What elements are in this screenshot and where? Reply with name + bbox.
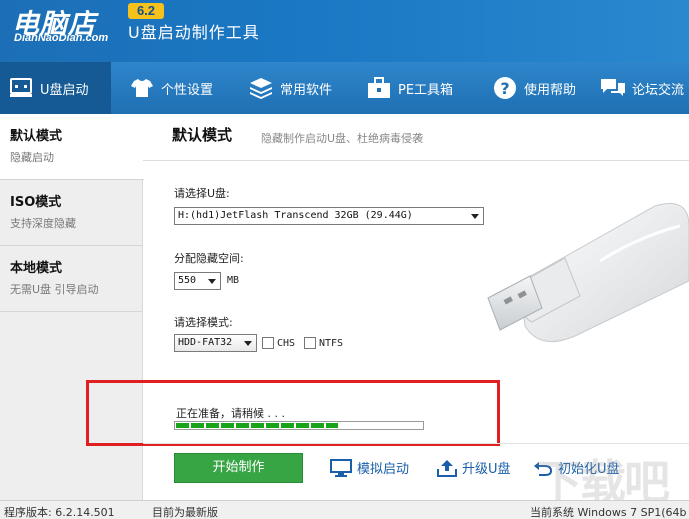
nav-forum[interactable]: 论坛交流 bbox=[584, 62, 689, 114]
header-divider bbox=[143, 160, 689, 161]
page-title: 默认模式 bbox=[172, 126, 233, 144]
usb-disk-select[interactable]: H:(hd1)JetFlash Transcend 32GB (29.44G) bbox=[174, 207, 484, 225]
checkbox-box[interactable] bbox=[304, 337, 316, 349]
update-status: 目前为最新版 bbox=[152, 506, 218, 519]
nav-help[interactable]: ? 使用帮助 bbox=[472, 62, 584, 114]
mode-label: 请选择模式: bbox=[174, 316, 233, 329]
sidebar-item-subtitle: 隐藏启动 bbox=[10, 151, 54, 164]
ntfs-checkbox[interactable]: NTFS bbox=[304, 337, 343, 349]
toolbox-icon bbox=[366, 75, 392, 101]
chevron-down-icon bbox=[208, 279, 216, 284]
checkbox-label: NTFS bbox=[319, 337, 344, 349]
upgrade-usb-link[interactable]: 升级U盘 bbox=[437, 458, 511, 477]
hidden-space-label: 分配隐藏空间: bbox=[174, 252, 244, 265]
tshirt-icon bbox=[129, 75, 155, 101]
hidden-space-select[interactable]: 550 bbox=[174, 272, 221, 290]
usb-drive-icon bbox=[8, 75, 34, 101]
nav-label: 论坛交流 bbox=[632, 82, 685, 98]
select-disk-label: 请选择U盘: bbox=[174, 187, 230, 200]
sidebar-item-subtitle: 无需U盘 引导启动 bbox=[10, 283, 99, 296]
help-icon: ? bbox=[492, 75, 518, 101]
nav-label: PE工具箱 bbox=[398, 82, 454, 98]
chat-icon bbox=[600, 75, 626, 101]
actions-divider bbox=[143, 443, 689, 444]
nav-label: 个性设置 bbox=[161, 82, 214, 98]
nav-usb-boot[interactable]: U盘启动 bbox=[0, 62, 111, 114]
upload-icon bbox=[437, 459, 457, 477]
simulate-boot-link[interactable]: 模拟启动 bbox=[330, 458, 409, 477]
status-bar: 程序版本: 6.2.14.501 目前为最新版 当前系统 Windows 7 S… bbox=[0, 500, 689, 519]
nav-label: 常用软件 bbox=[280, 82, 333, 98]
app-title: U盘启动制作工具 bbox=[128, 23, 260, 42]
nav-pe-toolbox[interactable]: PE工具箱 bbox=[350, 62, 472, 114]
svg-text:?: ? bbox=[500, 79, 509, 98]
progress-highlight-frame bbox=[86, 380, 500, 446]
nav-label: U盘启动 bbox=[40, 82, 89, 98]
sidebar-item-subtitle: 支持深度隐藏 bbox=[10, 217, 76, 230]
start-button[interactable]: 开始制作 bbox=[174, 453, 303, 483]
nav-software[interactable]: 常用软件 bbox=[230, 62, 350, 114]
progress-bar bbox=[174, 421, 424, 430]
program-version: 程序版本: 6.2.14.501 bbox=[4, 506, 115, 519]
app-logo-url: DianNaoDian.com bbox=[14, 32, 109, 44]
simulate-boot-label: 模拟启动 bbox=[357, 462, 410, 477]
chs-checkbox[interactable]: CHS bbox=[262, 337, 295, 349]
nav-label: 使用帮助 bbox=[524, 82, 577, 98]
sidebar-item-local-mode[interactable]: 本地模式 无需U盘 引导启动 bbox=[0, 246, 142, 312]
app-header: 电脑店 DianNaoDian.com 6.2 U盘启动制作工具 bbox=[0, 0, 689, 62]
chevron-down-icon bbox=[471, 214, 479, 219]
sidebar-item-title: 本地模式 bbox=[10, 261, 63, 276]
mode-select[interactable]: HDD-FAT32 bbox=[174, 334, 257, 352]
main-nav: U盘启动 个性设置 常用软件 PE工具箱 ? 使用帮助 论坛交流 bbox=[0, 62, 689, 114]
usb-disk-select-value: H:(hd1)JetFlash Transcend 32GB (29.44G) bbox=[178, 210, 413, 221]
page-subtitle: 隐藏制作启动U盘、杜绝病毒侵袭 bbox=[261, 132, 424, 145]
sidebar-item-title: 默认模式 bbox=[10, 129, 63, 144]
progress-bar-fill bbox=[176, 423, 338, 428]
layers-icon bbox=[248, 75, 274, 101]
current-os: 当前系统 Windows 7 SP1(64b bbox=[530, 506, 687, 519]
sidebar-item-title: ISO模式 bbox=[10, 195, 62, 210]
checkbox-label: CHS bbox=[277, 337, 296, 349]
hidden-space-unit: MB bbox=[227, 275, 240, 286]
mode-select-value: HDD-FAT32 bbox=[178, 337, 233, 348]
monitor-icon bbox=[330, 458, 352, 477]
progress-status-text: 正在准备，请稍候 . . . bbox=[176, 407, 285, 420]
sidebar-item-iso-mode[interactable]: ISO模式 支持深度隐藏 bbox=[0, 180, 142, 246]
version-badge: 6.2 bbox=[128, 3, 164, 19]
sidebar-item-default-mode[interactable]: 默认模式 隐藏启动 bbox=[0, 114, 144, 180]
upgrade-usb-label: 升级U盘 bbox=[462, 462, 511, 477]
chevron-down-icon bbox=[244, 341, 252, 346]
nav-personalize[interactable]: 个性设置 bbox=[111, 62, 230, 114]
usb-drive-illustration bbox=[487, 203, 689, 343]
hidden-space-select-value: 550 bbox=[178, 275, 197, 286]
checkbox-box[interactable] bbox=[262, 337, 274, 349]
